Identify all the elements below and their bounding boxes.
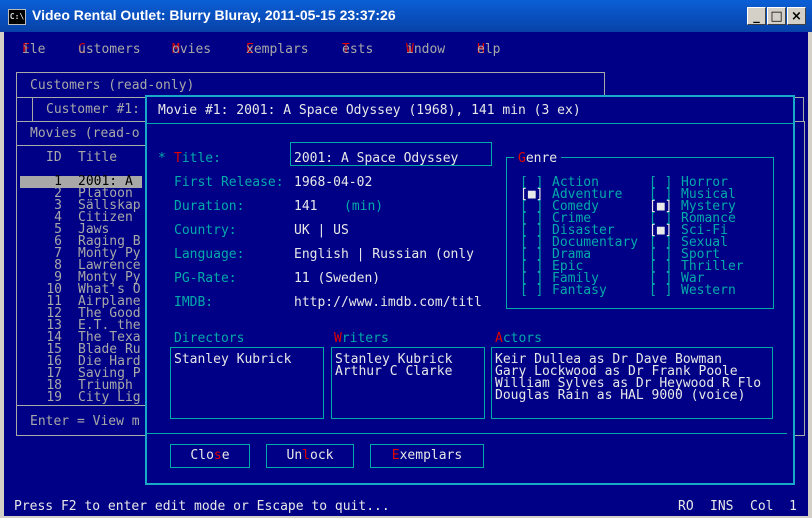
list-entry[interactable]: Douglas Rain as HAL 9000 (voice) [495,389,745,402]
close-button[interactable]: × [787,7,806,25]
divider [16,145,156,146]
field-label: Duration: [174,199,245,214]
field-value[interactable]: 141 [294,200,317,213]
list-entry[interactable]: Arthur C Clarke [335,365,452,378]
directors-list[interactable]: Stanley Kubrick [170,347,324,419]
close-dialog-button[interactable]: Close [170,444,250,468]
field-value[interactable]: 11 (Sweden) [294,272,380,285]
title-label: Title: [174,151,221,166]
divider [147,123,793,124]
menu-bar: File Customers Movies Exemplars Tests Wi… [22,42,501,57]
column-header-id: ID [46,150,62,165]
writers-list[interactable]: Stanley Kubrick Arthur C Clarke [331,347,485,419]
writers-label: Writers [334,331,389,346]
required-marker: * [158,151,166,166]
divider [147,433,787,434]
column-header-title: Title [78,150,118,165]
actors-list[interactable]: Keir Dullea as Dr Dave Bowman Gary Lockwo… [491,347,773,419]
row-title: City Lig [78,390,141,405]
title-input-value: 2001: A Space Odyssey [294,151,459,166]
field-label: Language: [174,247,245,262]
console-screen: File Customers Movies Exemplars Tests Wi… [4,32,808,516]
title-bar[interactable]: C:\ Video Rental Outlet: Blurry Bluray, … [0,0,812,32]
exemplars-button[interactable]: Exemplars [370,444,484,468]
table-row[interactable]: 19 City Lig [20,390,142,405]
genre-checkbox-fantasy[interactable]: [ ] [520,284,543,297]
status-message: Press F2 to enter edit mode or Escape to… [14,499,390,514]
unlock-button[interactable]: Unlock [266,444,354,468]
customers-panel-title: Customers (read-only) [30,78,195,93]
movies-panel-title: Movies (read-o [30,126,140,141]
field-unit: (min) [344,199,384,214]
window-title: Video Rental Outlet: Blurry Bluray, 2011… [32,7,396,23]
divider [16,405,156,406]
field-value[interactable]: http://www.imdb.com/titl [294,296,482,309]
genre-label: Fantasy [552,283,607,298]
insert-mode-indicator: INS [710,499,734,514]
console-window: C:\ Video Rental Outlet: Blurry Bluray, … [0,0,812,518]
genre-label: Western [681,283,736,298]
genre-label: Genre [514,152,562,165]
directors-label: Directors [174,331,245,346]
field-value[interactable]: English | Russian (only [294,248,474,261]
field-label: IMDB: [174,295,214,310]
column-indicator: Col 1 [750,499,797,514]
list-entry[interactable]: Stanley Kubrick [174,353,291,366]
field-label: First Release: [174,175,284,190]
status-bar: Press F2 to enter edit mode or Escape to… [4,499,808,516]
actors-label: Actors [495,331,542,346]
customer-panel-title: Customer #1: [46,102,140,117]
movie-dialog: Movie #1: 2001: A Space Odyssey (1968), … [145,95,795,485]
dialog-title: Movie #1: 2001: A Space Odyssey (1968), … [158,103,581,118]
field-value[interactable]: UK | US [294,224,349,237]
read-only-indicator: RO [678,499,694,514]
field-value[interactable]: 1968-04-02 [294,176,372,189]
field-label: PG-Rate: [174,271,237,286]
maximize-button[interactable]: □ [767,7,786,25]
minimize-button[interactable]: _ [747,7,766,25]
console-icon[interactable]: C:\ [8,9,26,25]
genre-checkbox-western[interactable]: [ ] [649,284,672,297]
movies-footer-hint: Enter = View m [30,414,140,429]
row-id: 19 [46,390,62,405]
field-label: Country: [174,223,237,238]
